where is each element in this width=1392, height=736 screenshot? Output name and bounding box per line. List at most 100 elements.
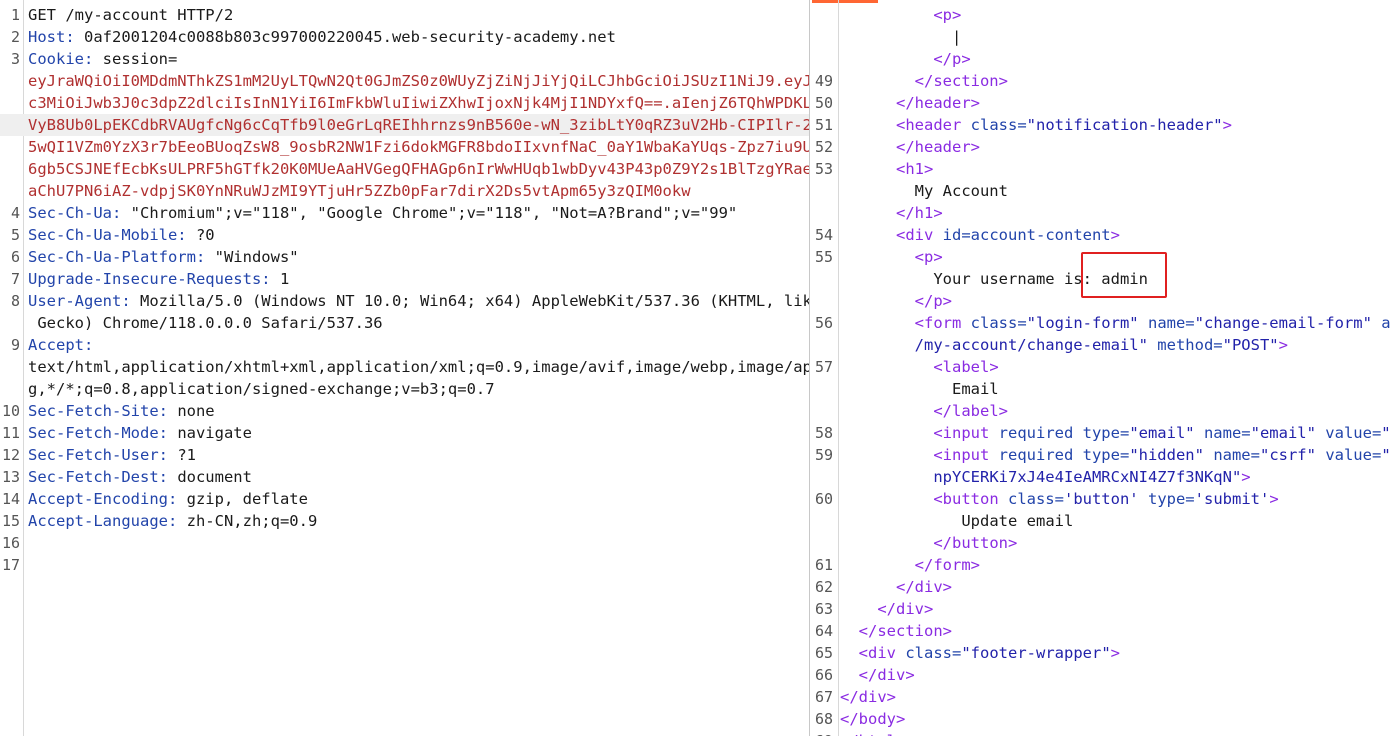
response-line[interactable]: npYCERKi7xJ4e4IeAMRCxNI4Z7f3NKqN">	[810, 466, 1392, 488]
response-line-text: <input required type="hidden" name="csrf…	[840, 444, 1390, 466]
request-line-text: Accept-Language: zh-CN,zh;q=0.9	[28, 510, 317, 532]
request-line[interactable]: text/html,application/xhtml+xml,applicat…	[0, 356, 809, 378]
response-line[interactable]: 63 </div>	[810, 598, 1392, 620]
request-line[interactable]: 14 Accept-Encoding: gzip, deflate	[0, 488, 809, 510]
request-line[interactable]: 4 Sec-Ch-Ua: "Chromium";v="118", "Google …	[0, 202, 809, 224]
request-line[interactable]: 5wQI1VZm0YzX3r7bEeoBUoqZsW8_9osbR2NW1Fzi…	[0, 136, 809, 158]
request-line[interactable]: 2 Host: 0af2001204c0088b803c997000220045.…	[0, 26, 809, 48]
response-line[interactable]: 59 <input required type="hidden" name="c…	[810, 444, 1392, 466]
request-line[interactable]: VyB8Ub0LpEKCdbRVAUgfcNg6cCqTfb9l0eGrLqRE…	[0, 114, 809, 136]
response-line[interactable]: My Account	[810, 180, 1392, 202]
html-attr-token: name=	[1213, 446, 1260, 464]
response-line[interactable]: |	[810, 26, 1392, 48]
request-line[interactable]: 8 User-Agent: Mozilla/5.0 (Windows NT 10.…	[0, 290, 809, 312]
html-attr-token: required type=	[998, 424, 1130, 442]
response-line[interactable]: 68 </body>	[810, 708, 1392, 730]
response-line-text: </header>	[840, 136, 980, 158]
response-line[interactable]: Email	[810, 378, 1392, 400]
request-line[interactable]: 10 Sec-Fetch-Site: none	[0, 400, 809, 422]
request-line-text: GET /my-account HTTP/2	[28, 4, 233, 26]
response-line[interactable]: 61 </form>	[810, 554, 1392, 576]
response-line[interactable]: 69 </html>	[810, 730, 1392, 736]
response-line[interactable]: 65 <div class="footer-wrapper">	[810, 642, 1392, 664]
html-tag-token: </div>	[858, 666, 915, 684]
response-line[interactable]: 52 </header>	[810, 136, 1392, 158]
line-number: 1	[10, 6, 20, 24]
response-line[interactable]: 50 </header>	[810, 92, 1392, 114]
request-line[interactable]: 6 Sec-Ch-Ua-Platform: "Windows"	[0, 246, 809, 268]
request-line[interactable]: aChU7PN6iAZ-vdpjSK0YnNRuWJzMI9YTjuHr5ZZb…	[0, 180, 809, 202]
request-line[interactable]: 3 Cookie: session=	[0, 48, 809, 70]
html-txt-token: Email	[951, 380, 999, 398]
request-line[interactable]: g,*/*;q=0.8,application/signed-exchange;…	[0, 378, 809, 400]
request-line[interactable]: 1 GET /my-account HTTP/2	[0, 4, 809, 26]
request-line[interactable]: 9 Accept:	[0, 334, 809, 356]
html-tag-token: >	[1222, 116, 1232, 134]
response-line-text: </section>	[840, 70, 1008, 92]
response-line[interactable]: 51 <header class="notification-header">	[810, 114, 1392, 136]
session-token-value: c3MiOiJwb3J0c3dpZ2dlciIsInN1YiI6ImFkbWlu…	[28, 94, 809, 112]
header-name: Sec-Ch-Ua:	[28, 204, 122, 222]
response-line[interactable]: 67 </div>	[810, 686, 1392, 708]
html-tag-token: </div>	[877, 600, 934, 618]
response-line-text: </header>	[840, 92, 980, 114]
request-line[interactable]: 11 Sec-Fetch-Mode: navigate	[0, 422, 809, 444]
request-line[interactable]: c3MiOiJwb3J0c3dpZ2dlciIsInN1YiI6ImFkbWlu…	[0, 92, 809, 114]
response-line[interactable]: <p>	[810, 4, 1392, 26]
request-line[interactable]: Gecko) Chrome/118.0.0.0 Safari/537.36	[0, 312, 809, 334]
html-tag-token: </header>	[896, 94, 980, 112]
response-line[interactable]: 54 <div id=account-content>	[810, 224, 1392, 246]
request-line[interactable]: 15 Accept-Language: zh-CN,zh;q=0.9	[0, 510, 809, 532]
response-line[interactable]: 53 <h1>	[810, 158, 1392, 180]
request-line[interactable]: eyJraWQiOiI0MDdmNThkZS1mM2UyLTQwN2Qt0GJm…	[0, 70, 809, 92]
html-tag-token: <button	[933, 490, 1008, 508]
request-line[interactable]: 13 Sec-Fetch-Dest: document	[0, 466, 809, 488]
html-txt-token: My Account	[914, 182, 1008, 200]
request-line[interactable]: 6gb5CSJNEfEcbKsULPRF5hGTfk20K0MUeAaHVGeg…	[0, 158, 809, 180]
response-line[interactable]: </button>	[810, 532, 1392, 554]
response-line[interactable]: Update email	[810, 510, 1392, 532]
line-number: 7	[10, 270, 20, 288]
line-number: 49	[814, 72, 833, 90]
response-line[interactable]: 60 <button class='button' type='submit'>	[810, 488, 1392, 510]
html-str-token: npYCERKi7xJ4e4IeAMRCxNI4Z7f3NKqN"	[933, 468, 1242, 486]
request-line[interactable]: 7 Upgrade-Insecure-Requests: 1	[0, 268, 809, 290]
html-txt-token: Update email	[961, 512, 1074, 530]
header-value: navigate	[167, 424, 252, 442]
request-line[interactable]: 16	[0, 532, 809, 554]
request-editor[interactable]: 1 GET /my-account HTTP/2 2 Host: 0af2001204…	[0, 0, 809, 736]
response-line-text: </label>	[840, 400, 1008, 422]
request-line-text: Sec-Fetch-User: ?1	[28, 444, 196, 466]
response-line[interactable]: 64 </section>	[810, 620, 1392, 642]
response-line[interactable]: 49 </section>	[810, 70, 1392, 92]
line-number: 60	[814, 490, 833, 508]
response-line[interactable]: 62 </div>	[810, 576, 1392, 598]
request-line[interactable]: 5 Sec-Ch-Ua-Mobile: ?0	[0, 224, 809, 246]
response-line[interactable]: </p>	[810, 48, 1392, 70]
header-name: Sec-Fetch-User:	[28, 446, 168, 464]
header-value: "Chromium";v="118", "Google Chrome";v="1…	[121, 204, 738, 222]
line-number: 52	[814, 138, 833, 156]
response-line[interactable]: 56 <form class="login-form" name="change…	[810, 312, 1392, 334]
html-tag-token: </header>	[896, 138, 980, 156]
response-line[interactable]: </h1>	[810, 202, 1392, 224]
response-line[interactable]: 57 <label>	[810, 356, 1392, 378]
response-line[interactable]: 58 <input required type="email" name="em…	[810, 422, 1392, 444]
response-editor[interactable]: <p> | </p> 49 </section> 50 </header> 51 <h…	[810, 0, 1392, 736]
request-line[interactable]: 17	[0, 554, 809, 576]
response-line[interactable]: 66 </div>	[810, 664, 1392, 686]
response-line[interactable]: /my-account/change-email" method="POST">	[810, 334, 1392, 356]
request-line[interactable]: 12 Sec-Fetch-User: ?1	[0, 444, 809, 466]
line-number: 64	[814, 622, 833, 640]
response-line[interactable]: </label>	[810, 400, 1392, 422]
header-name: Upgrade-Insecure-Requests:	[28, 270, 271, 288]
html-tag-token: >	[1110, 226, 1120, 244]
